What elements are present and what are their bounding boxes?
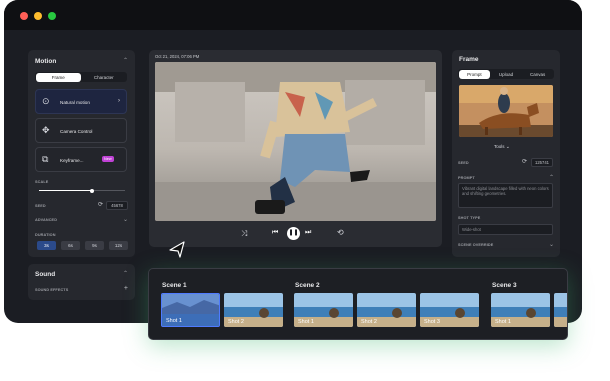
- minimize-window-button[interactable]: [34, 12, 42, 20]
- scene-1-label: Scene 1: [162, 282, 187, 289]
- scene-2-label: Scene 2: [295, 282, 320, 289]
- horse-rider-image: [459, 85, 553, 137]
- keyframe-icon: ⧉: [42, 154, 49, 164]
- scene-override-chevron-icon[interactable]: ⌄: [549, 241, 554, 248]
- timeline-panel: Scene 1 Scene 2 Scene 3 Shot 1 Shot 2 Sh…: [148, 268, 568, 340]
- playback-controls: ⤨ ⏮ ❚❚ ⏭ ⟲: [229, 227, 359, 242]
- close-window-button[interactable]: [20, 12, 28, 20]
- shot-label: Shot 3: [424, 319, 440, 325]
- duration-6s-button[interactable]: 6s: [61, 241, 80, 250]
- shot-label: Shot 2: [228, 319, 244, 325]
- scale-slider[interactable]: [39, 188, 125, 193]
- advanced-chevron-icon[interactable]: ⌄: [123, 216, 128, 223]
- frame-seed-label: SEED: [458, 161, 469, 165]
- tab-character[interactable]: Character: [81, 73, 127, 82]
- collapse-motion-icon[interactable]: ⌃: [123, 57, 128, 64]
- move-icon: ✥: [42, 125, 50, 135]
- keyframe-card[interactable]: ⧉ Keyframe... New: [35, 147, 127, 172]
- orbit-icon: ⊙: [42, 96, 50, 106]
- tab-prompt[interactable]: Prompt: [458, 69, 491, 79]
- duration-9s-button[interactable]: 9s: [85, 241, 104, 250]
- scene-override-label: SCENE OVERRIDE: [458, 243, 494, 247]
- tools-label: Tools: [494, 144, 505, 149]
- scene-2-shot-1[interactable]: Shot 1: [294, 293, 353, 327]
- tools-dropdown[interactable]: Tools ⌄: [494, 144, 510, 150]
- cursor-arrow-icon: [168, 240, 186, 265]
- maximize-window-button[interactable]: [48, 12, 56, 20]
- camera-control-card[interactable]: ✥ Camera Control: [35, 118, 127, 143]
- loop-icon[interactable]: ⟲: [337, 228, 344, 237]
- shot-label: Shot 1: [166, 318, 182, 324]
- sound-effects-label: SOUND EFFECTS: [35, 288, 69, 292]
- scale-label: SCALE: [35, 180, 49, 184]
- camera-control-label: Camera Control: [60, 129, 93, 134]
- natural-motion-label: Natural motion: [60, 100, 90, 105]
- sound-panel-title: Sound: [35, 271, 56, 278]
- advanced-label: ADVANCED: [35, 218, 58, 222]
- frame-panel: Frame Prompt Upload Canvas Tools ⌄ SEED: [452, 50, 560, 257]
- tab-frame[interactable]: Frame: [35, 72, 81, 82]
- scene-3-shot-1[interactable]: Shot 1: [491, 293, 550, 327]
- prompt-label: PROMPT: [458, 176, 475, 180]
- frame-tabs: Prompt Upload Canvas: [458, 69, 554, 79]
- dancer-image: [155, 62, 436, 221]
- motion-panel: Motion ⌃ Frame Character ⊙ Natural motio…: [28, 50, 135, 257]
- shot-type-label: SHOT TYPE: [458, 216, 481, 220]
- scene-1-shot-1[interactable]: Shot 1: [161, 293, 220, 327]
- keyframe-label: Keyframe...: [60, 158, 84, 163]
- add-sound-effect-icon[interactable]: +: [124, 285, 128, 292]
- scale-slider-fill: [39, 190, 93, 191]
- new-badge: New: [102, 156, 114, 162]
- preview-panel: Oct 21, 2024, 07:06 PM: [149, 50, 442, 247]
- duration-3s-button[interactable]: 3s: [37, 241, 56, 250]
- tab-canvas[interactable]: Canvas: [522, 70, 554, 79]
- prompt-textarea[interactable]: Vibrant digital landscape filled with ne…: [458, 183, 553, 208]
- pause-button[interactable]: ❚❚: [287, 227, 300, 240]
- natural-motion-card[interactable]: ⊙ Natural motion ›: [35, 89, 127, 114]
- motion-seed-field[interactable]: 45678: [106, 201, 128, 210]
- scene-2-shot-2[interactable]: Shot 2: [357, 293, 416, 327]
- scene-1-shot-2[interactable]: Shot 2: [224, 293, 283, 327]
- refresh-seed-icon[interactable]: ⟳: [98, 201, 103, 208]
- shuffle-icon[interactable]: ⤨: [241, 229, 247, 239]
- scene-2-shot-3[interactable]: Shot 3: [420, 293, 479, 327]
- shot-thumbnail-beach: [554, 293, 567, 327]
- skip-back-icon[interactable]: ⏮: [272, 229, 278, 237]
- frame-panel-title: Frame: [459, 56, 479, 63]
- scene-3-shot-2-partial[interactable]: [554, 293, 567, 327]
- collapse-sound-icon[interactable]: ⌃: [123, 270, 128, 277]
- scene-3-label: Scene 3: [492, 282, 517, 289]
- video-frame: [155, 62, 436, 221]
- chevron-down-icon: ⌄: [505, 144, 510, 150]
- preview-timestamp: Oct 21, 2024, 07:06 PM: [155, 54, 200, 59]
- shot-label: Shot 2: [361, 319, 377, 325]
- chevron-right-icon: ›: [118, 98, 120, 104]
- scale-slider-handle[interactable]: [90, 188, 95, 193]
- frame-seed-field[interactable]: 125741: [531, 158, 553, 167]
- motion-seed-label: SEED: [35, 204, 46, 208]
- frame-thumbnail[interactable]: [459, 85, 553, 137]
- duration-label: DURATION: [35, 233, 56, 237]
- shot-label: Shot 1: [298, 319, 314, 325]
- skip-forward-icon[interactable]: ⏭: [305, 229, 311, 237]
- tab-upload[interactable]: Upload: [490, 70, 522, 79]
- frame-refresh-seed-icon[interactable]: ⟳: [522, 158, 527, 165]
- shot-type-field[interactable]: Wide-shot: [458, 224, 553, 235]
- prompt-collapse-icon[interactable]: ⌃: [549, 174, 554, 181]
- motion-tabs: Frame Character: [35, 72, 127, 82]
- motion-panel-title: Motion: [35, 58, 57, 65]
- title-bar: [4, 0, 582, 30]
- sound-panel: Sound ⌃ SOUND EFFECTS +: [28, 264, 135, 300]
- shot-label: Shot 1: [495, 319, 511, 325]
- duration-12s-button[interactable]: 12s: [109, 241, 128, 250]
